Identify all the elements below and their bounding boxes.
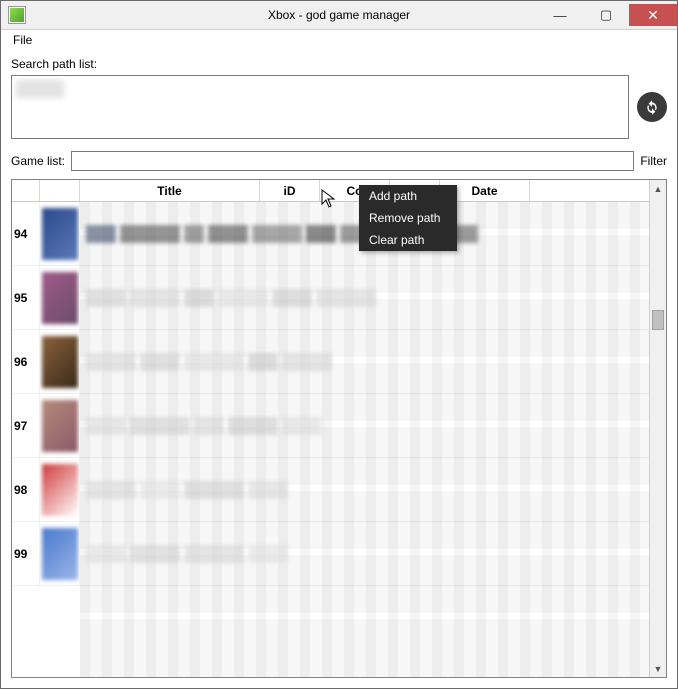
maximize-button[interactable]: ▢ [583, 4, 629, 26]
row-thumb [40, 522, 80, 585]
filter-input[interactable] [71, 151, 634, 171]
row-index: 94 [12, 202, 40, 265]
row-index: 98 [12, 458, 40, 521]
row-index: 99 [12, 522, 40, 585]
scroll-up-arrow-icon[interactable]: ▲ [650, 180, 666, 197]
table-row[interactable]: 95 [12, 266, 649, 330]
titlebar[interactable]: Xbox - god game manager — ▢ ✕ [1, 1, 677, 29]
close-button[interactable]: ✕ [629, 4, 677, 26]
row-thumb [40, 394, 80, 457]
context-menu: Add path Remove path Clear path [359, 185, 457, 251]
row-thumb [40, 202, 80, 265]
search-path-area [11, 75, 667, 139]
table-rows: 94 95 96 97 [12, 202, 649, 586]
th-thumb[interactable] [40, 180, 80, 201]
menu-add-path[interactable]: Add path [359, 185, 457, 207]
game-list-row: Game list: Filter [11, 151, 667, 171]
table-row[interactable]: 98 [12, 458, 649, 522]
client-area: Search path list: Game list: Filter Titl [1, 49, 677, 688]
scroll-down-arrow-icon[interactable]: ▼ [650, 660, 666, 677]
menu-file[interactable]: File [7, 31, 38, 49]
refresh-button[interactable] [637, 92, 667, 122]
table-row[interactable]: 99 [12, 522, 649, 586]
th-id[interactable]: iD [260, 180, 320, 201]
table-row[interactable]: 97 [12, 394, 649, 458]
table-row[interactable]: 94 [12, 202, 649, 266]
menu-clear-path[interactable]: Clear path [359, 229, 457, 251]
scroll-thumb[interactable] [652, 310, 664, 330]
menu-remove-path[interactable]: Remove path [359, 207, 457, 229]
row-index: 95 [12, 266, 40, 329]
game-list-label: Game list: [11, 154, 65, 168]
th-title[interactable]: Title [80, 180, 260, 201]
refresh-icon [644, 99, 660, 115]
search-path-list[interactable] [11, 75, 629, 139]
row-thumb [40, 330, 80, 393]
row-index: 96 [12, 330, 40, 393]
window-controls: — ▢ ✕ [537, 4, 677, 26]
filter-label: Filter [640, 154, 667, 168]
app-window: Xbox - god game manager — ▢ ✕ File Searc… [0, 0, 678, 689]
row-thumb [40, 458, 80, 521]
path-entry[interactable] [16, 80, 64, 98]
row-thumb [40, 266, 80, 329]
th-index[interactable] [12, 180, 40, 201]
menubar: File [1, 29, 677, 49]
app-icon [9, 7, 25, 23]
vertical-scrollbar[interactable]: ▲ ▼ [649, 180, 666, 677]
table-body: Title iD Co Date 94 95 [12, 180, 649, 677]
minimize-button[interactable]: — [537, 4, 583, 26]
game-table: Title iD Co Date 94 95 [11, 179, 667, 678]
table-header: Title iD Co Date [12, 180, 649, 202]
search-path-label: Search path list: [11, 57, 667, 71]
row-index: 97 [12, 394, 40, 457]
table-row[interactable]: 96 [12, 330, 649, 394]
